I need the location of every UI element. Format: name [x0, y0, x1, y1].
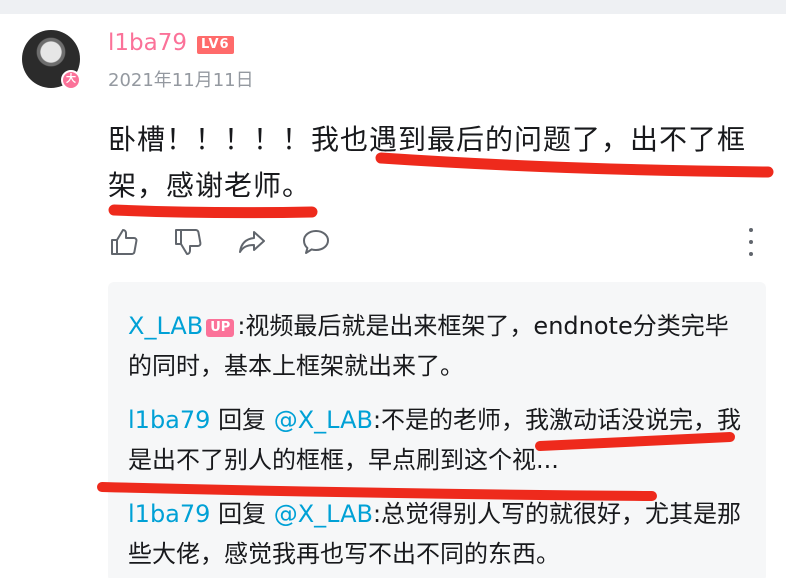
reply-author[interactable]: l1ba79 [128, 500, 210, 528]
thumb-down-icon[interactable] [172, 226, 204, 258]
comment-actions [108, 226, 332, 258]
reply-mention[interactable]: @X_LAB [274, 500, 373, 528]
comment-text: 卧槽！！！！！我也遇到最后的问题了，出不了框架，感谢老师。 [108, 123, 747, 202]
reply-mention[interactable]: @X_LAB [274, 406, 373, 434]
reply-icon[interactable] [300, 226, 332, 258]
reply-author[interactable]: X_LAB [128, 312, 203, 340]
reply-item: l1ba79 回复 @X_LAB:总觉得别人写的就很好，尤其是那些大佬，感觉我再… [128, 494, 748, 574]
thumb-up-icon[interactable] [108, 226, 140, 258]
reply-item: l1ba79 回复 @X_LAB:不是的老师，我激动话没说完，我是出不了别人的框… [128, 400, 748, 480]
more-icon[interactable] [746, 228, 756, 256]
avatar-badge: 大 [61, 70, 81, 90]
reply-author[interactable]: l1ba79 [128, 406, 210, 434]
comment-date: 2021年11月11日 [108, 70, 254, 91]
reply-word: 回复 [218, 500, 267, 528]
level-badge: LV6 [197, 36, 234, 54]
share-icon[interactable] [236, 226, 268, 258]
reply-item: X_LAB UP:视频最后就是出来框架了，endnote分类完毕的同时，基本上框架… [128, 306, 748, 386]
reply-word: 回复 [218, 406, 267, 434]
username[interactable]: l1ba79 [108, 30, 187, 56]
top-separator [0, 0, 786, 14]
underline-mark [108, 204, 318, 219]
reply-thread: X_LAB UP:视频最后就是出来框架了，endnote分类完毕的同时，基本上框架… [108, 282, 766, 578]
up-badge: UP [206, 319, 235, 337]
